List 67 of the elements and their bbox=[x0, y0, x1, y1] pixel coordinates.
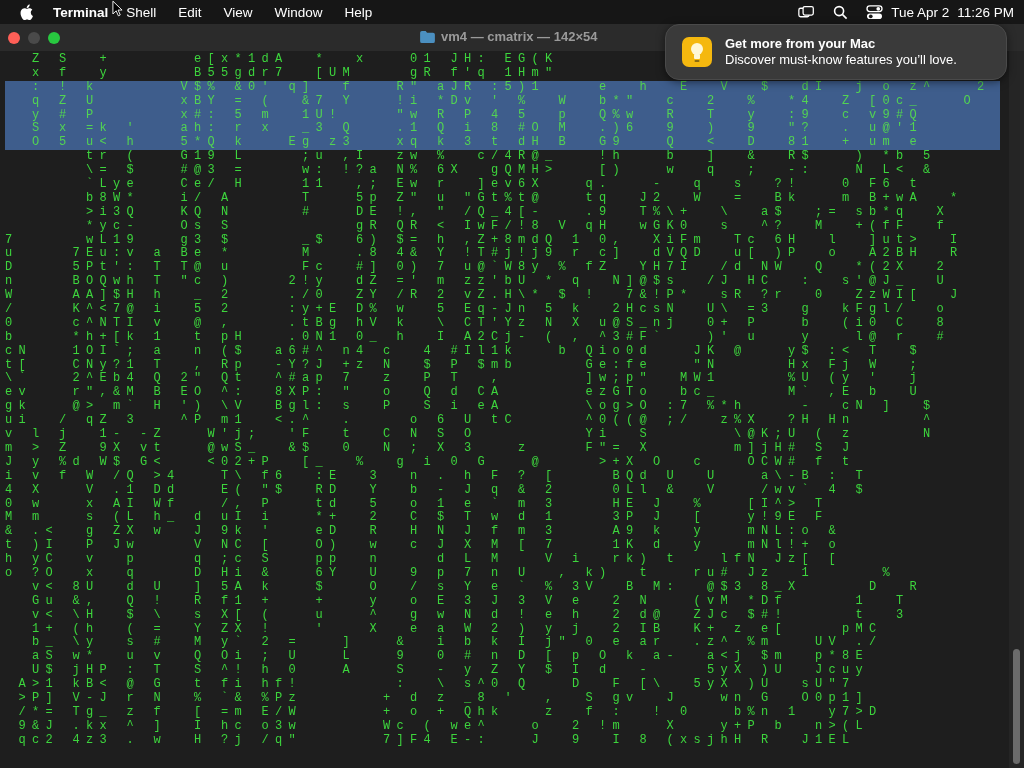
control-center-icon[interactable] bbox=[866, 4, 884, 20]
menu-item[interactable]: Edit bbox=[178, 4, 202, 20]
terminal-line: \= $ #@3 = w: !?a N% 6X gQMH> [) w q ; -: N L< & bbox=[85, 164, 937, 178]
terminal-line: ev r",&M B EO ^: 8XP: " o Q d CA ezGTo bc_ M` ,E b U bbox=[5, 386, 924, 400]
scroll-bar[interactable] bbox=[1009, 51, 1024, 768]
terminal-line: i v f W /Q >4 T\ f6 :E 3 n . h F ? [ BQd U U a\-B : T bbox=[5, 469, 870, 483]
menu-item[interactable]: View bbox=[223, 4, 253, 20]
terminal-line: `Lye Ce/ H 11 ,; Ew r ]ev6X q. - q s ?! 0 F6 t bbox=[85, 178, 924, 192]
terminal-line: / K^<7@ i 5 2 :y+E D% w 5 Eq-Jn 5 k 2HcsN U\ =3 g kFgl/ o bbox=[5, 303, 951, 317]
menu-bar-date[interactable]: Tue Apr 2 bbox=[891, 4, 950, 20]
terminal-line: gk @> m` H ') \V Bgl: s P S i eA \og>O :7 %*h - cN ] $ bbox=[5, 400, 937, 414]
terminal-line: cN 1OI`; a n ($ a6#^ n4 c 4 #Il1k b Qio0d JK @ y$ :< T $ bbox=[5, 344, 924, 359]
terminal-line: J y %d W$ G< <02+P [_ % g i 0 G @ >+X O c OCW# f t bbox=[5, 455, 856, 470]
terminal-line: Gu &, Q ! R f1 + + y o E 3 J 3 V e 2 N (vM *Df 1 T bbox=[31, 594, 910, 609]
terminal-line: 0 c^NTI v @ , .tBg hV k \ CT'Yz N X u@S_nj 0+ P b (i0 C 8 bbox=[5, 316, 951, 330]
window-title: vm4 — cmatrix — 142×54 bbox=[441, 29, 598, 44]
terminal-line: 7 wL19 g3 $ _$ 6) $= h ,Z+8mdQ 1 0, XiFm Tc 6H l ]ut> I bbox=[5, 233, 964, 247]
menu-bar-time[interactable]: 11:26 PM bbox=[957, 4, 1014, 20]
terminal-line: >i3Q KQ N # DE !, " /Q_4[- .9 T%\+ \ a$ ;= sb*q X bbox=[85, 205, 951, 220]
terminal-line: M m s (L h_ d uI i *+ 2 C $ T w d 1 3P J [ y!9E F bbox=[5, 511, 829, 525]
notification-banner[interactable]: Get more from your Mac Discover must-know features you’ll love. bbox=[665, 24, 1007, 80]
terminal-line: qc2 4z3 . w H ?j /q" 7]F4 E-: J 9 I 8 (xsjhH R J1EL bbox=[17, 733, 856, 748]
terminal-line: /*= Tg_ z f [ =m E/W + o + Qhk z f : ! 0 b%n 1 y7>D bbox=[17, 705, 883, 720]
menu-item[interactable]: Window bbox=[274, 4, 323, 20]
terminal-line: Z S + e[x*1dA * x 01 JH: EG(K bbox=[31, 53, 559, 67]
zoom-button[interactable] bbox=[48, 31, 60, 44]
terminal-line: & .< g ZX w J 9k ' eD R H N J f m 3 A9 k y mNL:o & bbox=[5, 525, 843, 539]
apple-logo-icon[interactable] bbox=[20, 4, 33, 20]
terminal-line: 9&J .kx ^ ] I hc o3w Wc ( we^ o 2 !m X y+P b n>(L bbox=[17, 719, 870, 734]
terminal-line: 1+ (h ( = Y ZX ! ' X e a W 2 ) y j 2 IB K+ z e[ pMC bbox=[31, 622, 883, 636]
terminal-line: ui / qZ 3 ^P m1 <.^ . o 6 U tC ^0((@ ;/ z%X ?H Hn ^ bbox=[5, 414, 937, 428]
terminal-line: m > Z 9X vt @wS_ &$ 0 N ; X 3 z F"= X m]jH# S J bbox=[5, 441, 856, 456]
terminal-line: U$ jHP : T S ^! h 0 A S - y Z Y $ I d - 5yX )U Jcuy bbox=[31, 664, 870, 678]
terminal-line: t )I P Jw V NC [ O) w c J X M [ 7 1K d y mNl!+ o bbox=[5, 539, 843, 553]
mouse-pointer-icon bbox=[112, 0, 123, 17]
search-icon[interactable] bbox=[832, 4, 850, 20]
app-menu[interactable]: Terminal bbox=[53, 4, 109, 20]
terminal-line: b *h+[k 1 t pH .0N1 0_ h I A2Cj- ( , ^3#F` )' u y l@ r # bbox=[5, 330, 951, 344]
menu-item[interactable]: Help bbox=[344, 4, 373, 20]
terminal-line: 4 X V .1 Dd E( "$ RD Y b - J q & 2 0Ll & V /wv` 4 $ bbox=[5, 483, 870, 497]
terminal-line: b8W* i/ A T 5p Z" u "Gt%t@ tq J2 W = Bk m B+wA * bbox=[85, 191, 964, 206]
terminal-line: n BOQwh T "c ) 2!y dZ =' m zz'bU * q N]@$s /J HC : s'@J_ U bbox=[5, 275, 951, 289]
lightbulb-icon bbox=[682, 37, 712, 67]
terminal-line: \` 2^Eb4 Q 2" Qt ^#ap 7 z P T , ]w;p" MW1 %U (y ' j bbox=[5, 372, 924, 386]
terminal-line: v< \H $ \ s X[ ( u ^ g w N d ! e h 2 d@ ZJc $#! t 3 bbox=[31, 608, 910, 623]
terminal-line: D 5Pt': T T@ u Fc #] 0) 7 u@`W8y % fZ YH7I /d NW Q *(2X 2 bbox=[5, 261, 951, 275]
screen-mirroring-icon[interactable] bbox=[798, 4, 816, 20]
terminal-line: b_ \y s # M y` 2 = ] & i b k I j" 0 e ar .z^ %m UV ./ bbox=[31, 636, 883, 650]
terminal-line: 0 w x AI Wf /, P td 5 o 1 e ` m 3 HE J % [I^> T bbox=[5, 497, 829, 511]
terminal-line: t[ CNy?1 T , Rp -Y?J +z N $ P $mb Ge:fe "N Hx Fj W ; bbox=[5, 358, 924, 372]
terminal-line: *yc- Os S gR QR < IwF/!8 V qH wGK0 s ^? M +(fF f bbox=[85, 219, 951, 234]
menu-item[interactable]: Shell bbox=[126, 4, 157, 20]
notification-title: Get more from your Mac bbox=[725, 36, 877, 52]
terminal-line: W AA]$H h _ 2 ./0 ZY /R 2 vZ.H\* $ ! 7&!P* sR ?r 0 ZzWI[ J bbox=[5, 289, 964, 303]
terminal-line: v l j 1- -Z W'j; 'F t C N S O Yi S \@K;U ( z N bbox=[5, 428, 937, 442]
terminal-line: h yC v p q ;c S pp n d L M V i rk) t lfN Jz[ [ bbox=[5, 553, 843, 567]
terminal-line: o ?O x q D Hi & 6Y U 9 p 7 n U , k) t ru# Jz 1 % bbox=[5, 566, 897, 580]
terminal-line: A>1 kB< @ G t fi hf! : \ s^0 Q D F [\ 5yX )U sU"7 bbox=[17, 678, 856, 692]
terminal-line: aS w* u v Q Oi ; U L 9 0 # n D [ p O k a- a<j $m p*8E bbox=[31, 650, 870, 664]
folder-icon bbox=[420, 30, 435, 43]
terminal-line: u 7Eu:v a Be * M .8 4& Y !T#j!j9 r c] dVQD u[ )P o A2BH R bbox=[5, 247, 964, 261]
terminal-line: tr ( G19 L ;u ,I zw % c/4R@_ !h b ] & R$ ) *b 5 bbox=[85, 150, 937, 164]
terminal-line: >P] V-J r N % `& %Pz + d z _8 ' , S gv J wn G O0p1] bbox=[17, 691, 870, 706]
close-button[interactable] bbox=[8, 31, 20, 44]
notification-text: Discover must-know features you’ll love. bbox=[725, 52, 957, 68]
terminal-line: x f y B55gdr7 [UM gR f'q 1Hm" bbox=[31, 66, 559, 81]
terminal-line: v< 8U d U ] 5A k $ O / s Y e ` % 3V B M: @$3 8_X D R bbox=[31, 580, 924, 595]
